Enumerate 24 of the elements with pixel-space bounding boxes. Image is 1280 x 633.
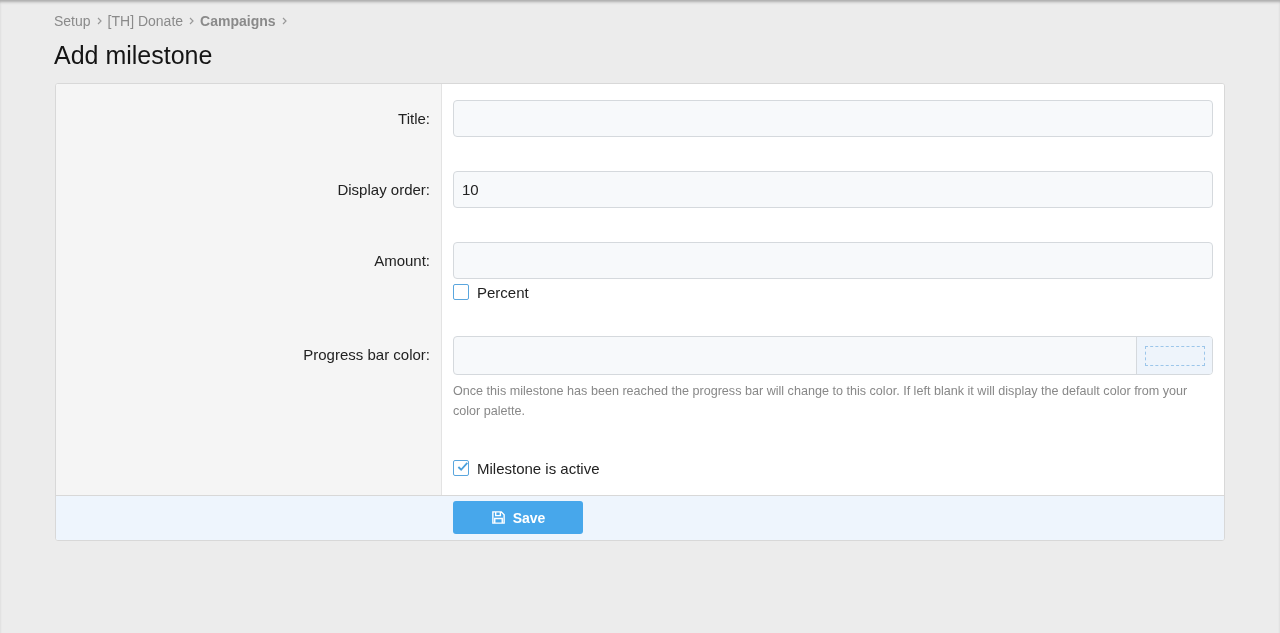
color-swatch[interactable] (1136, 337, 1212, 374)
checkbox-label: Milestone is active (477, 459, 600, 477)
chevron-icon (189, 17, 195, 25)
page-title: Add milestone (54, 41, 214, 70)
chevron-icon (281, 17, 287, 25)
breadcrumb-link[interactable]: [TH] Donate (107, 13, 184, 29)
breadcrumb-link[interactable]: Campaigns (200, 13, 276, 29)
field-label: Amount: (374, 251, 430, 271)
input-field[interactable]: 10 (453, 171, 1213, 208)
input-field[interactable] (453, 100, 1213, 137)
breadcrumb-link[interactable]: Setup (54, 13, 91, 29)
checkbox-option[interactable]: Percent (453, 282, 1213, 302)
field-label: Progress bar color: (303, 345, 430, 365)
chevron-icon (96, 17, 102, 25)
input-field[interactable] (453, 242, 1213, 279)
checkbox[interactable] (453, 460, 469, 476)
color-input-field[interactable] (453, 336, 1213, 375)
checkbox[interactable] (453, 284, 469, 300)
field-label: Title: (398, 109, 430, 129)
field-label: Display order: (337, 180, 430, 200)
save-button[interactable]: Save (453, 501, 583, 534)
checkbox-label: Percent (477, 283, 529, 301)
checkbox-option[interactable]: Milestone is active (453, 458, 1213, 478)
help-text: Once this milestone has been reached the progress bar will change to this color. If left blank it will display the default color from your color palette. (453, 383, 1189, 420)
